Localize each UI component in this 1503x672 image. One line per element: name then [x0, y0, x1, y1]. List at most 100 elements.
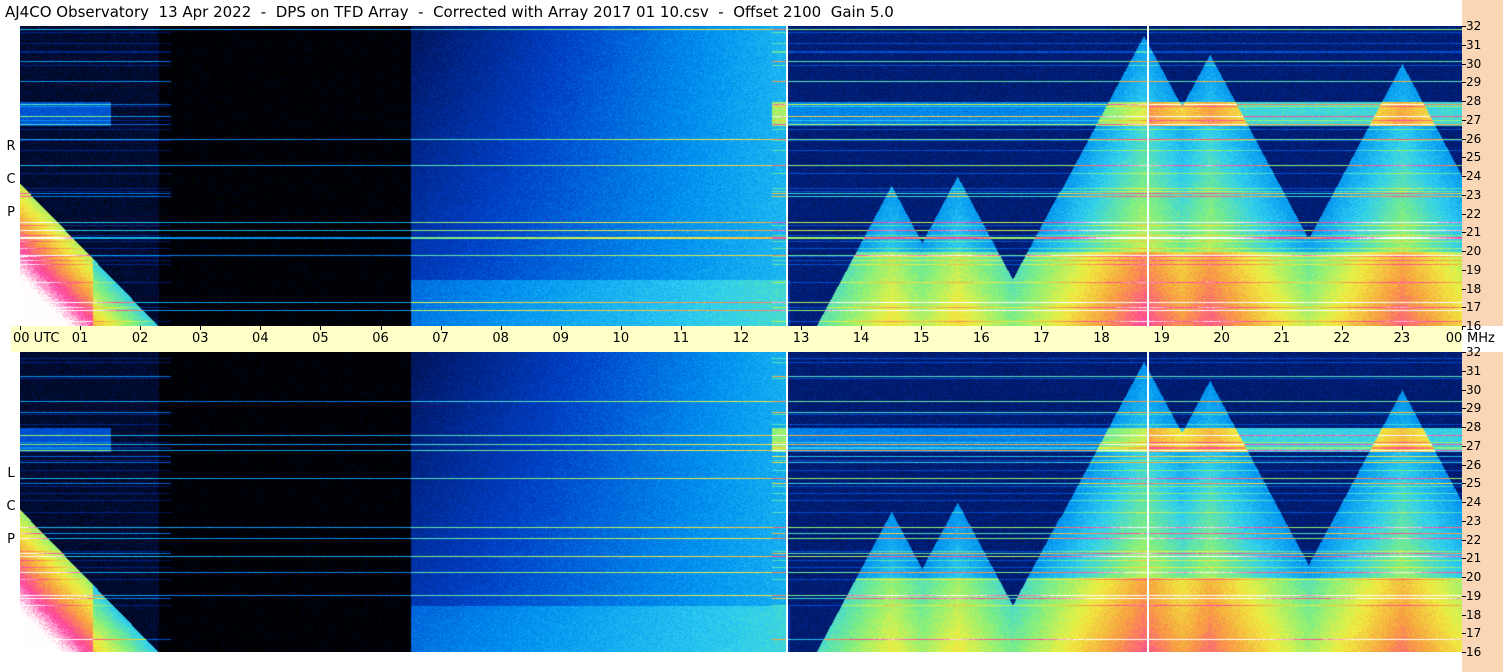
- time-tick: [80, 326, 82, 330]
- freq-tick-label: 18: [1466, 607, 1482, 622]
- freq-tick-label: 30: [1466, 382, 1482, 397]
- time-tick: [981, 326, 983, 330]
- time-tick: [1221, 326, 1223, 330]
- freq-tick: [1462, 408, 1466, 410]
- utc-marker-line: [1146, 26, 1149, 326]
- time-tick: [741, 326, 742, 330]
- rcp-panel-label: R C P: [2, 130, 20, 229]
- freq-tick: [1462, 176, 1466, 177]
- time-tick-label: 08: [492, 331, 509, 346]
- freq-tick-label: 31: [1466, 37, 1482, 52]
- time-tick: [620, 326, 622, 330]
- freq-tick: [1462, 370, 1466, 372]
- utc-marker-line: [786, 26, 789, 326]
- freq-tick: [1462, 307, 1466, 309]
- freq-tick-label: 21: [1466, 551, 1482, 566]
- time-tick: [861, 326, 863, 330]
- time-tick: [1401, 326, 1403, 330]
- freq-tick-label: 29: [1466, 75, 1482, 90]
- time-tick-label: 09: [552, 331, 570, 346]
- freq-tick-label: 27: [1466, 112, 1482, 127]
- freq-tick: [1462, 251, 1466, 252]
- time-tick-label: 02: [131, 331, 149, 346]
- time-tick-label: 05: [312, 331, 329, 346]
- freq-tick: [1462, 326, 1466, 327]
- time-tick: [560, 326, 562, 330]
- time-tick-label: 16: [973, 331, 990, 346]
- time-tick-label: 21: [1273, 331, 1291, 346]
- time-tick-label: 22: [1333, 331, 1351, 346]
- freq-tick: [1462, 445, 1466, 447]
- time-tick: [140, 326, 142, 330]
- time-tick: [500, 326, 502, 330]
- freq-tick: [1462, 558, 1466, 560]
- time-tick-label: 12: [732, 331, 750, 346]
- time-tick-label: 04: [252, 331, 269, 346]
- freq-tick-label: 17: [1466, 300, 1482, 315]
- freq-tick: [1462, 427, 1466, 428]
- freq-tick: [1462, 194, 1466, 196]
- freq-tick: [1462, 539, 1466, 541]
- freq-axis-lcp: [1462, 352, 1503, 672]
- freq-tick-label: 31: [1466, 363, 1482, 378]
- freq-tick-label: 32: [1466, 345, 1482, 359]
- freq-tick-label: 27: [1466, 438, 1482, 453]
- utc-marker-line: [1146, 352, 1149, 652]
- freq-tick-label: 22: [1466, 532, 1482, 547]
- time-tick: [1101, 326, 1103, 330]
- time-tick-label: 06: [372, 331, 389, 346]
- time-axis: 00 UTC 01 02 03 04 05 06 07 08 09 10 11 12 13 14 15 16 17…: [11, 326, 1463, 352]
- freq-tick-label: 28: [1466, 94, 1482, 108]
- freq-tick-label: 25: [1466, 476, 1482, 491]
- freq-tick: [1462, 464, 1466, 466]
- freq-tick-label: 17: [1466, 626, 1482, 641]
- time-tick: [260, 326, 262, 330]
- rcp-letter-p: P: [7, 205, 15, 220]
- freq-tick-label: 16: [1466, 645, 1482, 659]
- freq-tick: [1462, 269, 1466, 271]
- freq-tick-label: 23: [1466, 513, 1482, 528]
- freq-tick: [1462, 614, 1466, 616]
- lcp-panel-label: L C P: [2, 457, 20, 556]
- lcp-letter-c: C: [6, 499, 16, 514]
- rcp-letter-c: C: [6, 172, 16, 187]
- freq-tick: [1462, 483, 1466, 485]
- freq-tick-label: 22: [1466, 206, 1482, 221]
- time-tick-label: 01: [71, 331, 89, 346]
- freq-tick-label: 18: [1466, 281, 1482, 296]
- time-tick-label: 03: [191, 331, 209, 346]
- time-tick: [1041, 326, 1043, 330]
- freq-tick: [1462, 213, 1466, 215]
- freq-tick-label: 23: [1466, 187, 1482, 202]
- time-tick-label: 10: [612, 331, 630, 346]
- freq-tick: [1462, 502, 1466, 503]
- freq-tick-label: 16: [1466, 319, 1482, 333]
- time-tick-label: 17: [1033, 331, 1050, 346]
- freq-tick: [1462, 288, 1466, 290]
- freq-tick: [1462, 44, 1466, 46]
- freq-tick-label: 19: [1466, 588, 1482, 603]
- time-tick-label: 07: [432, 331, 449, 346]
- freq-tick: [1462, 26, 1466, 27]
- rcp-spectrogram: [20, 26, 1462, 326]
- time-tick: [1161, 326, 1163, 330]
- freq-tick-label: 26: [1466, 457, 1482, 472]
- time-tick-label: 19: [1153, 331, 1170, 346]
- freq-tick-label: 24: [1466, 495, 1482, 509]
- lcp-spectrogram: [20, 352, 1462, 652]
- time-tick-label: 15: [912, 331, 930, 346]
- time-tick-label: 00 UTC: [13, 331, 60, 346]
- utc-marker-line: [786, 352, 789, 652]
- lcp-letter-l: L: [7, 466, 15, 481]
- time-tick-label: 23: [1393, 331, 1411, 346]
- freq-tick: [1462, 157, 1466, 159]
- time-tick-label: 18: [1093, 331, 1110, 346]
- freq-tick: [1462, 352, 1466, 353]
- freq-tick: [1462, 232, 1466, 234]
- freq-tick: [1462, 577, 1466, 578]
- rcp-letter-r: R: [6, 139, 16, 154]
- freq-tick-label: 21: [1466, 225, 1482, 240]
- freq-tick-label: 28: [1466, 420, 1482, 434]
- time-tick: [680, 326, 682, 330]
- freq-unit-label: MHz: [1467, 331, 1495, 346]
